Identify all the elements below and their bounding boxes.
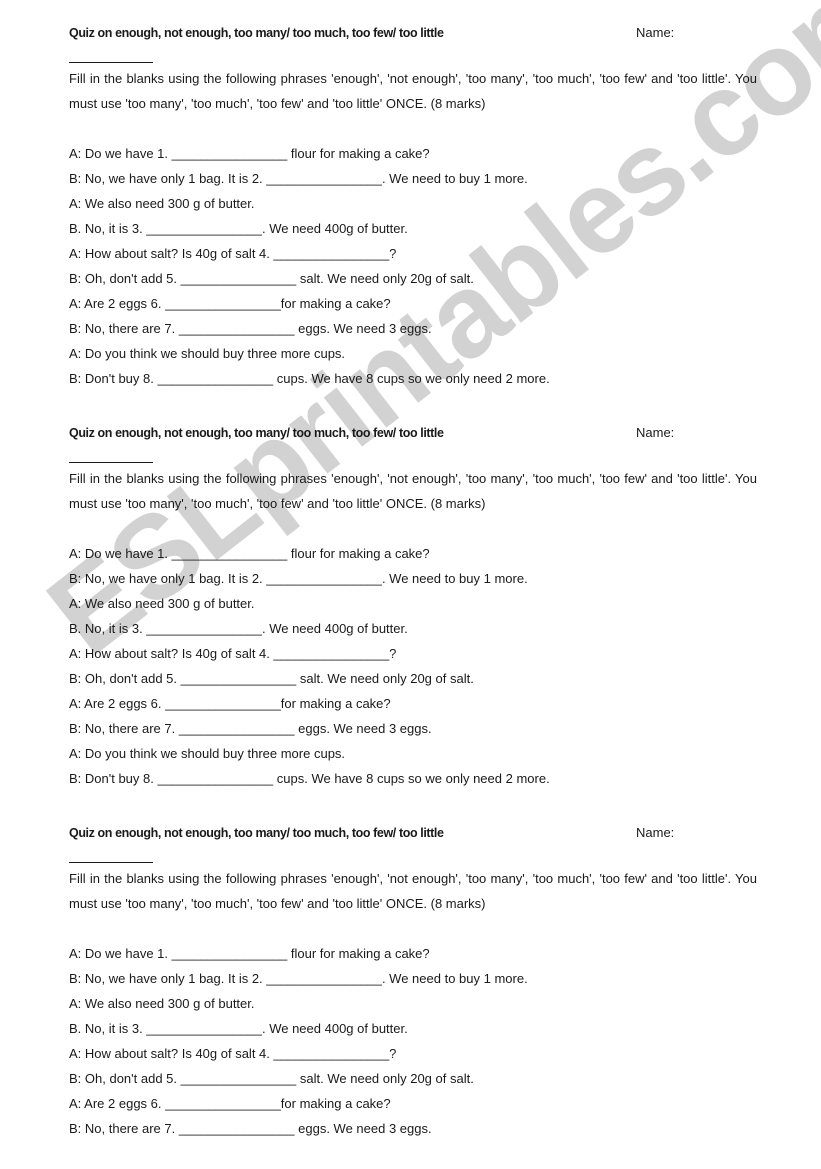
dialog-line: B: No, there are 7. ________________ egg… — [69, 1121, 432, 1136]
dialog-line: B: Don't buy 8. ________________ cups. W… — [69, 771, 550, 786]
dialog-line: B: No, we have only 1 bag. It is 2. ____… — [69, 971, 528, 986]
dialog-line: A: How about salt? Is 40g of salt 4. ___… — [69, 646, 397, 661]
dialog-line: B: No, we have only 1 bag. It is 2. ____… — [69, 171, 528, 186]
dialog-line: A: We also need 300 g of butter. — [69, 996, 255, 1011]
dialog-line: B: Oh, don't add 5. ________________ sal… — [69, 271, 474, 286]
quiz-title: Quiz on enough, not enough, too many/ to… — [69, 426, 444, 440]
dialog-line: A: Do you think we should buy three more… — [69, 746, 346, 761]
dialog-line: B. No, it is 3. ________________. We nee… — [69, 621, 408, 636]
quiz-header: Quiz on enough, not enough, too many/ to… — [69, 22, 757, 44]
instructions: Fill in the blanks using the following p… — [69, 871, 757, 911]
dialog: A: Do we have 1. ________________ flour … — [69, 541, 757, 791]
instructions: Fill in the blanks using the following p… — [69, 71, 757, 111]
dialog-line: B: No, there are 7. ________________ egg… — [69, 321, 432, 336]
dialog-line: A: Do you think we should buy three more… — [69, 346, 346, 361]
dialog-line: A: How about salt? Is 40g of salt 4. ___… — [69, 1046, 397, 1061]
dialog-line: B: No, there are 7. ________________ egg… — [69, 721, 432, 736]
quiz-header: Quiz on enough, not enough, too many/ to… — [69, 422, 757, 444]
name-blank[interactable] — [69, 462, 153, 463]
dialog-line: B. No, it is 3. ________________. We nee… — [69, 1021, 408, 1036]
dialog-line: A: Are 2 eggs 6. ________________for mak… — [69, 1096, 391, 1111]
name-label: Name: — [636, 25, 675, 40]
name-label: Name: — [636, 825, 675, 840]
quiz-section-1: Quiz on enough, not enough, too many/ to… — [69, 22, 757, 391]
dialog-line: B. No, it is 3. ________________. We nee… — [69, 221, 408, 236]
dialog-line: A: Are 2 eggs 6. ________________for mak… — [69, 296, 391, 311]
dialog-line: A: Are 2 eggs 6. ________________for mak… — [69, 696, 391, 711]
quiz-title: Quiz on enough, not enough, too many/ to… — [69, 826, 444, 840]
instructions: Fill in the blanks using the following p… — [69, 471, 757, 511]
dialog-line: A: Do we have 1. ________________ flour … — [69, 146, 430, 161]
quiz-section-3: Quiz on enough, not enough, too many/ to… — [69, 822, 757, 1141]
quiz-section-2: Quiz on enough, not enough, too many/ to… — [69, 422, 757, 791]
dialog-line: B: Oh, don't add 5. ________________ sal… — [69, 671, 474, 686]
dialog-line: B: Don't buy 8. ________________ cups. W… — [69, 371, 550, 386]
dialog: A: Do we have 1. ________________ flour … — [69, 141, 757, 391]
name-blank[interactable] — [69, 862, 153, 863]
name-blank[interactable] — [69, 62, 153, 63]
name-label: Name: — [636, 425, 675, 440]
quiz-header: Quiz on enough, not enough, too many/ to… — [69, 822, 757, 844]
dialog-line: A: How about salt? Is 40g of salt 4. ___… — [69, 246, 397, 261]
dialog-line: B: No, we have only 1 bag. It is 2. ____… — [69, 571, 528, 586]
dialog-line: A: Do we have 1. ________________ flour … — [69, 546, 430, 561]
quiz-title: Quiz on enough, not enough, too many/ to… — [69, 26, 444, 40]
dialog-line: A: Do we have 1. ________________ flour … — [69, 946, 430, 961]
dialog-line: A: We also need 300 g of butter. — [69, 196, 255, 211]
dialog: A: Do we have 1. ________________ flour … — [69, 941, 757, 1141]
dialog-line: B: Oh, don't add 5. ________________ sal… — [69, 1071, 474, 1086]
dialog-line: A: We also need 300 g of butter. — [69, 596, 255, 611]
